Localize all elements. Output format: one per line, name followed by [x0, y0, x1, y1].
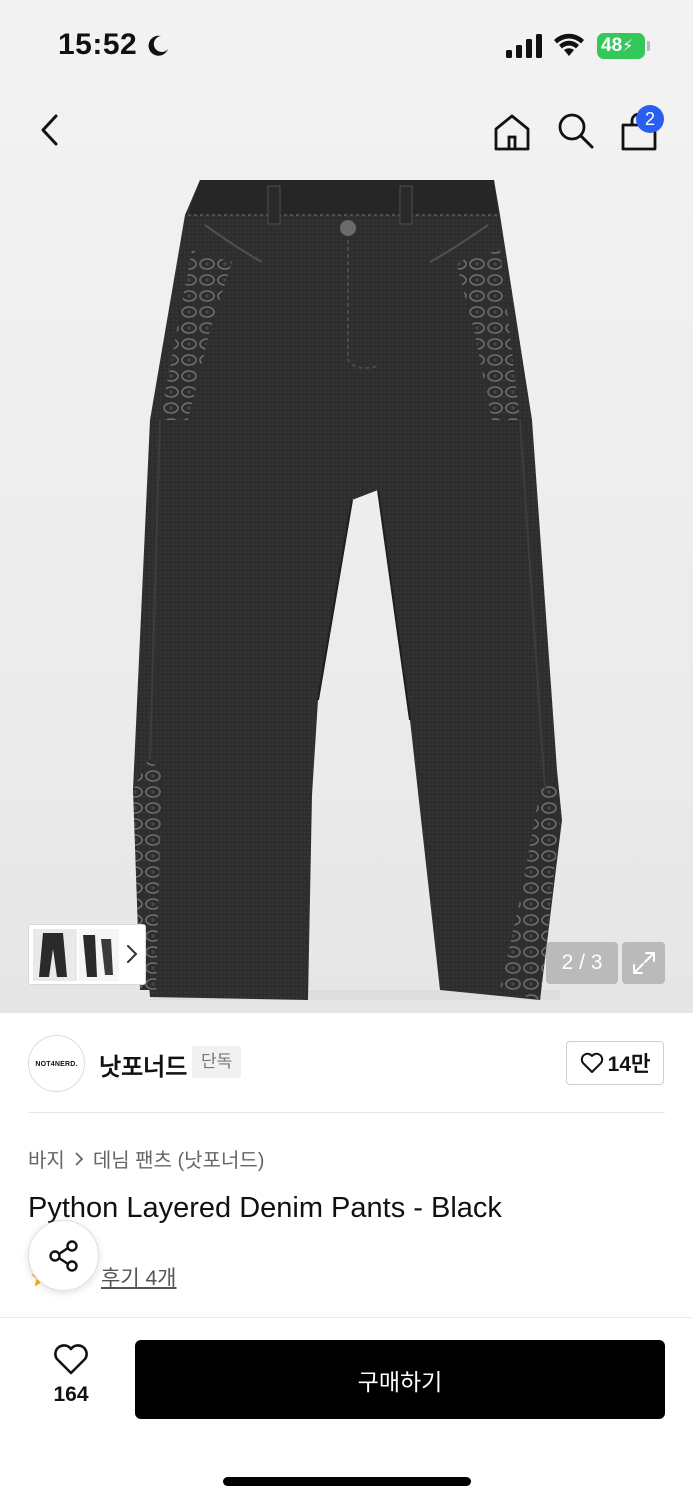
brand-like-button[interactable]: 14만	[566, 1041, 664, 1085]
battery-tip	[647, 41, 650, 51]
buy-button[interactable]: 구매하기	[135, 1340, 665, 1419]
home-indicator	[223, 1477, 471, 1486]
status-time: 15:52	[58, 28, 138, 61]
search-icon	[558, 113, 594, 149]
thumbnail-strip[interactable]	[28, 924, 146, 985]
cart-count-badge: 2	[636, 105, 664, 133]
status-bar: 15:52 48⚡	[0, 0, 693, 92]
thumbnail-1[interactable]	[33, 929, 77, 981]
back-button[interactable]	[26, 106, 74, 154]
product-title: Python Layered Denim Pants - Black	[28, 1192, 502, 1224]
moon-icon	[148, 35, 168, 56]
chevron-right-icon[interactable]	[125, 943, 139, 965]
expand-image-button[interactable]	[622, 942, 665, 984]
breadcrumb-subcategory[interactable]: 데님 팬츠 (낫포너드)	[93, 1144, 265, 1173]
wishlist-button[interactable]: 164	[34, 1344, 108, 1414]
chevron-right-icon	[75, 1151, 84, 1166]
home-icon	[494, 114, 530, 151]
image-page-counter: 2 / 3	[546, 942, 618, 984]
wifi-icon	[554, 33, 584, 56]
signal-icon	[506, 34, 542, 58]
battery-level: 48	[601, 35, 623, 56]
top-navigation: 2	[0, 92, 693, 172]
brand-row: NOT4NERD. 낫포너드 단독 14만	[0, 1013, 693, 1113]
brand-like-count: 14만	[607, 1053, 651, 1076]
heart-icon	[54, 1344, 88, 1375]
review-count-link[interactable]: 후기 4개	[101, 1262, 176, 1292]
breadcrumb: 바지 데님 팬츠 (낫포너드)	[28, 1144, 264, 1173]
expand-icon	[632, 952, 655, 974]
search-button[interactable]	[551, 106, 599, 154]
share-icon	[48, 1239, 78, 1272]
back-icon	[41, 114, 58, 146]
thumbnail-2[interactable]	[79, 929, 119, 981]
brand-logo[interactable]: NOT4NERD.	[28, 1035, 85, 1092]
share-button[interactable]	[28, 1220, 99, 1291]
exclusive-badge: 단독	[192, 1046, 242, 1078]
brand-name[interactable]: 낫포너드	[99, 1047, 187, 1082]
home-button[interactable]	[488, 108, 536, 156]
heart-icon	[580, 1052, 603, 1073]
bottom-action-bar: 164 구매하기	[0, 1317, 693, 1500]
battery-icon: 48⚡	[597, 33, 645, 59]
divider	[28, 1112, 665, 1113]
breadcrumb-category[interactable]: 바지	[28, 1144, 65, 1173]
wishlist-count: 164	[53, 1383, 89, 1406]
